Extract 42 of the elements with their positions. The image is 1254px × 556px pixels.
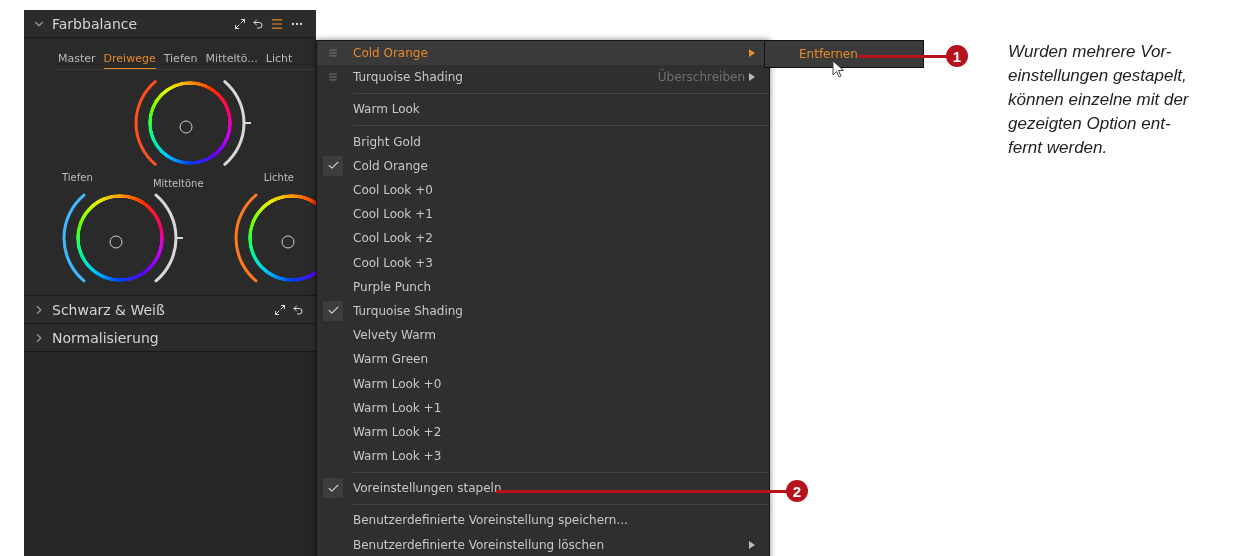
tab[interactable]: Mitteltö... — [205, 52, 258, 69]
menu-item[interactable]: Cool Look +0 — [317, 177, 769, 203]
caption-text: Wurden mehrere Vor- einstellungen gestapelt, können einzelne mit der gezeigten Option ent- fernt werden. — [1008, 41, 1190, 159]
tab[interactable]: Tiefen — [163, 52, 198, 69]
menu-icon[interactable] — [270, 16, 284, 31]
wheel-label: Tiefen — [62, 172, 93, 185]
menu-item[interactable]: Warm Look — [317, 97, 769, 122]
wheel-label: Lichte — [263, 172, 294, 185]
submenu-item[interactable]: Entfernen — [799, 47, 858, 61]
menu-item[interactable]: Turquoise Shading — [317, 298, 769, 324]
callout-number: 1 — [946, 45, 968, 67]
menu-hint: Überschreiben — [657, 70, 745, 85]
menu-item[interactable]: Bright Gold — [317, 129, 769, 154]
tab[interactable]: Dreiwege — [103, 52, 156, 69]
menu-item[interactable]: Cold Orange — [317, 153, 769, 178]
menu-item[interactable]: Voreinstellungen stapeln — [317, 476, 769, 501]
stack-icon — [328, 48, 338, 59]
menu-item[interactable]: Cool Look +2 — [317, 226, 769, 251]
menu-item[interactable]: Cool Look +1 — [317, 202, 769, 227]
menu-item[interactable]: Cool Look +3 — [317, 250, 769, 275]
tab[interactable]: Licht — [265, 52, 293, 69]
section-title: Schwarz & Weiß — [52, 301, 166, 318]
reset-icon[interactable] — [252, 17, 264, 30]
reset-icon[interactable] — [292, 303, 304, 316]
menu-item[interactable]: Warm Look +0 — [317, 371, 769, 396]
menu-item[interactable]: Turquoise Shading Überschreiben — [317, 65, 769, 90]
menu-item[interactable]: Warm Look +1 — [317, 395, 769, 420]
tab[interactable]: Master — [58, 52, 96, 69]
menu-item[interactable]: Benutzerdefinierte Voreinstellung löschen — [317, 532, 769, 556]
menu-item[interactable]: Warm Look +2 — [317, 419, 769, 444]
callout-number: 2 — [786, 480, 808, 502]
menu-item[interactable]: Warm Look +3 — [317, 444, 769, 469]
menu-item[interactable]: Velvety Warm — [317, 323, 769, 348]
section-title: Farbbalance — [52, 15, 139, 32]
section-title: Normalisierung — [52, 329, 160, 346]
wheel-label: Mitteltöne — [152, 178, 204, 189]
expand-icon[interactable] — [274, 303, 286, 316]
expand-icon[interactable] — [234, 17, 246, 30]
menu-item[interactable]: Purple Punch — [317, 274, 769, 299]
menu-item[interactable]: Benutzerdefinierte Voreinstellung speichern... — [317, 508, 769, 533]
stack-icon — [328, 72, 338, 83]
menu-item[interactable]: Warm Green — [317, 347, 769, 372]
